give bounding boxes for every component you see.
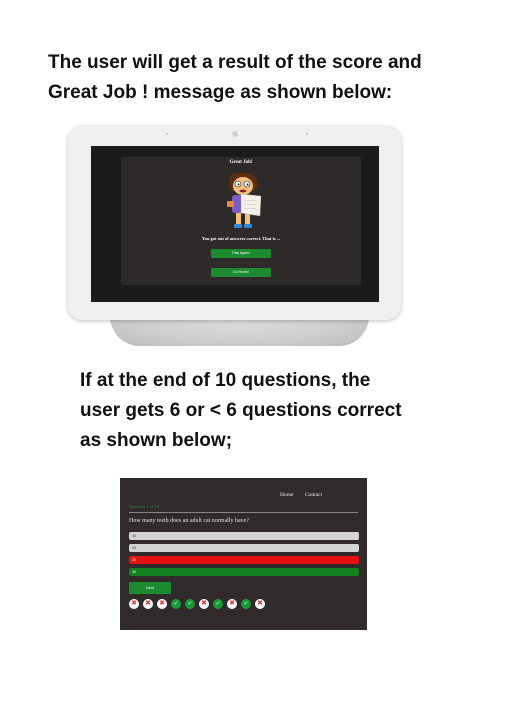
check-icon: ✓ xyxy=(241,599,251,609)
cross-icon: ✖ xyxy=(199,599,209,609)
nav-home-link[interactable]: Home xyxy=(280,492,293,498)
device-sensor-dot xyxy=(306,133,308,135)
smart-display-device: Great Job! You got out of answers correc… xyxy=(68,126,401,320)
camera-icon xyxy=(232,131,238,137)
quiz-screenshot: Home Contact Question 1 of 10 How many t… xyxy=(120,478,367,630)
check-icon: ✓ xyxy=(171,599,181,609)
result-card: Great Job! You got out of answers correc… xyxy=(121,157,361,285)
cross-icon: ✖ xyxy=(255,599,265,609)
answer-option[interactable]: 26 xyxy=(129,556,359,564)
device-sensor-dot xyxy=(166,133,168,135)
condition-line-2: user gets 6 or < 6 questions correct xyxy=(80,400,402,421)
device-screen: Great Job! You got out of answers correc… xyxy=(91,146,379,302)
answer-option[interactable]: 30 xyxy=(129,568,359,576)
nav-contact-link[interactable]: Contact xyxy=(305,492,322,498)
answer-option[interactable]: 40 xyxy=(129,532,359,540)
condition-line-3: as shown below; xyxy=(80,430,233,451)
intro-heading: The user will get a result of the score … xyxy=(48,48,478,108)
go-home-button[interactable]: Go Home! xyxy=(211,268,271,277)
device-base xyxy=(110,316,369,346)
question-text: How many teeth does an adult cat normall… xyxy=(129,518,249,524)
question-counter: Question 1 of 10 xyxy=(129,504,160,509)
intro-line-1: The user will get a result of the score … xyxy=(48,52,422,73)
condition-heading: If at the end of 10 questions, the user g… xyxy=(80,366,480,456)
next-button[interactable]: Next xyxy=(129,582,171,594)
divider xyxy=(129,512,358,513)
answer-option[interactable]: 24 xyxy=(129,544,359,552)
cross-icon: ✖ xyxy=(129,599,139,609)
intro-line-2: Great Job ! message as shown below: xyxy=(48,82,393,103)
check-icon: ✓ xyxy=(213,599,223,609)
result-title: Great Job! xyxy=(229,160,253,165)
result-text: You got out of answers correct. That is … xyxy=(201,236,281,241)
check-icon: ✓ xyxy=(185,599,195,609)
cross-icon: ✖ xyxy=(157,599,167,609)
cross-icon: ✖ xyxy=(143,599,153,609)
play-again-button[interactable]: Play Again! xyxy=(211,249,271,258)
reading-character-icon xyxy=(227,172,262,228)
cross-icon: ✖ xyxy=(227,599,237,609)
condition-line-1: If at the end of 10 questions, the xyxy=(80,370,371,391)
